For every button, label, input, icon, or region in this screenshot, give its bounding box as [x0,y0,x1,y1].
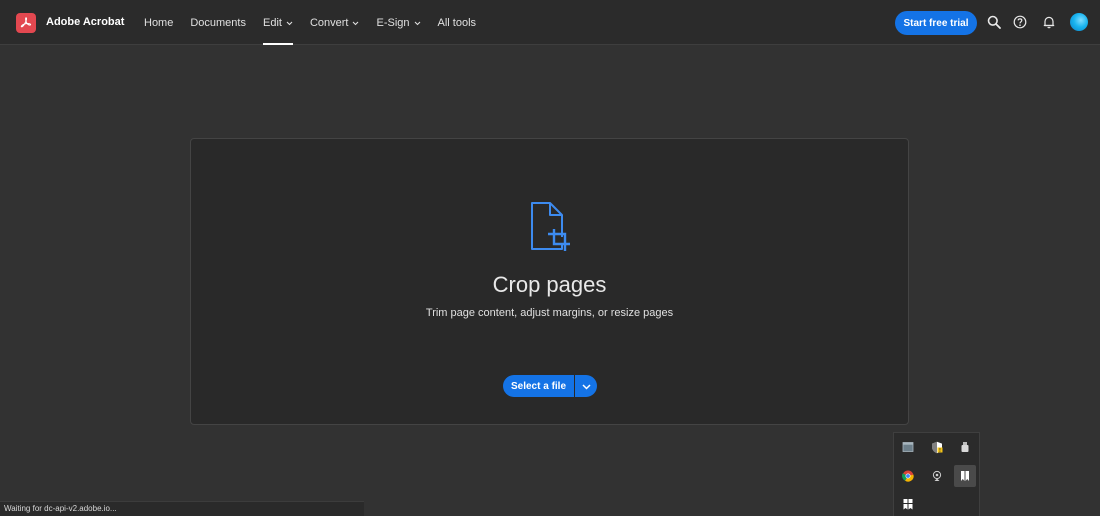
nav-esign-label: E-Sign [376,16,410,29]
nav-all-tools-label: All tools [437,16,477,29]
nav-edit-label: Edit [262,16,282,29]
main-nav: Home Documents Edit Convert E-Sign All t… [144,0,493,45]
nav-documents[interactable]: Documents [190,0,246,45]
nav-convert[interactable]: Convert [310,0,360,45]
avatar[interactable] [1070,13,1088,31]
nav-home-label: Home [144,16,174,29]
start-free-trial-button[interactable]: Start free trial [895,11,977,35]
tool-title: Crop pages [492,272,607,297]
search-icon[interactable] [986,14,1002,30]
window-app-icon[interactable] [897,436,919,458]
nav-edit[interactable]: Edit [262,0,293,45]
crop-pages-icon [528,201,578,257]
top-bar: Adobe Acrobat Home Documents Edit Conver… [0,0,1100,45]
shield-warning-icon[interactable]: ! [926,436,948,458]
nav-esign[interactable]: E-Sign [376,0,420,45]
acrobat-logo-icon[interactable] [16,13,36,33]
select-file-button[interactable]: Select a file [503,375,574,397]
select-file-dropdown-button[interactable] [575,375,597,397]
nav-documents-label: Documents [190,16,246,29]
tool-card: Crop pages Trim page content, adjust mar… [190,138,909,425]
brand-name[interactable]: Adobe Acrobat [46,16,124,28]
chevron-down-icon [286,17,293,29]
chevron-down-icon [581,377,591,395]
bookmark-app-2-icon[interactable] [897,493,919,515]
nav-home[interactable]: Home [144,0,173,45]
nav-convert-label: Convert [309,16,349,29]
chevron-down-icon [352,17,359,29]
chevron-down-icon [414,17,421,29]
bookmark-app-icon[interactable] [954,465,976,487]
browser-status-bar: Waiting for dc-api-v2.adobe.io... [0,501,364,516]
webcam-icon[interactable] [926,465,948,487]
nav-all-tools[interactable]: All tools [438,0,477,45]
system-tray-overflow: ! [893,432,980,516]
status-text: Waiting for dc-api-v2.adobe.io... [4,504,117,513]
usb-drive-icon[interactable] [954,436,976,458]
bell-icon[interactable] [1041,14,1057,30]
chrome-icon[interactable] [897,465,919,487]
tool-subtitle: Trim page content, adjust margins, or re… [425,307,674,319]
help-icon[interactable] [1012,14,1028,30]
